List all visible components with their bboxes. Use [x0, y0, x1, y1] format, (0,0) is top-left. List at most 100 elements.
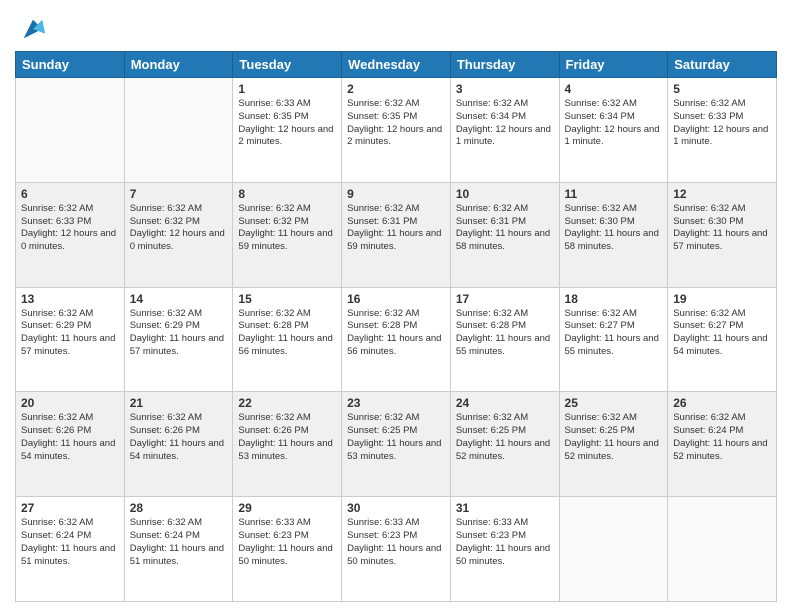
day-number: 9	[347, 187, 445, 201]
calendar-cell: 12Sunrise: 6:32 AM Sunset: 6:30 PM Dayli…	[668, 182, 777, 287]
calendar-cell: 28 Sunrise: 6:32 AM Sunset: 6:24 PM Dayli…	[124, 497, 233, 602]
day-of-week-header: Thursday	[450, 52, 559, 78]
day-number: 2	[347, 82, 445, 96]
day-info: Sunrise: 6:33 AM Sunset: 6:35 PM Dayligh…	[238, 98, 336, 149]
day-info: Sunrise: 6:33 AM Sunset: 6:23 PM Dayligh…	[347, 517, 445, 568]
day-number: 10	[456, 187, 554, 201]
calendar-cell: 30 Sunrise: 6:33 AM Sunset: 6:23 PM Dayli…	[342, 497, 451, 602]
calendar-week-row: 6Sunrise: 6:32 AM Sunset: 6:33 PM Daylig…	[16, 182, 777, 287]
day-number: 27	[21, 501, 119, 515]
day-number: 4	[565, 82, 663, 96]
day-number: 3	[456, 82, 554, 96]
calendar-cell: 29 Sunrise: 6:33 AM Sunset: 6:23 PM Dayli…	[233, 497, 342, 602]
calendar-cell: 15Sunrise: 6:32 AM Sunset: 6:28 PM Dayli…	[233, 287, 342, 392]
calendar-cell: 9Sunrise: 6:32 AM Sunset: 6:31 PM Daylig…	[342, 182, 451, 287]
day-info: Sunrise: 6:32 AM Sunset: 6:28 PM Dayligh…	[456, 308, 554, 359]
calendar-cell: 20 Sunrise: 6:32 AM Sunset: 6:26 PM Dayli…	[16, 392, 125, 497]
day-number: 26	[673, 396, 771, 410]
day-info: Sunrise: 6:32 AM Sunset: 6:28 PM Dayligh…	[238, 308, 336, 359]
calendar-cell: 4 Sunrise: 6:32 AM Sunset: 6:34 PM Daylig…	[559, 78, 668, 183]
day-number: 11	[565, 187, 663, 201]
calendar-cell: 6Sunrise: 6:32 AM Sunset: 6:33 PM Daylig…	[16, 182, 125, 287]
day-info: Sunrise: 6:33 AM Sunset: 6:23 PM Dayligh…	[238, 517, 336, 568]
day-of-week-header: Tuesday	[233, 52, 342, 78]
calendar-cell: 27 Sunrise: 6:32 AM Sunset: 6:24 PM Dayli…	[16, 497, 125, 602]
logo-icon	[19, 15, 47, 43]
calendar-cell: 3 Sunrise: 6:32 AM Sunset: 6:34 PM Daylig…	[450, 78, 559, 183]
calendar-cell: 14 Sunrise: 6:32 AM Sunset: 6:29 PM Dayli…	[124, 287, 233, 392]
calendar-cell: 26 Sunrise: 6:32 AM Sunset: 6:24 PM Dayli…	[668, 392, 777, 497]
calendar-cell: 13Sunrise: 6:32 AM Sunset: 6:29 PM Dayli…	[16, 287, 125, 392]
calendar-cell: 2 Sunrise: 6:32 AM Sunset: 6:35 PM Daylig…	[342, 78, 451, 183]
header	[15, 10, 777, 43]
day-number: 17	[456, 292, 554, 306]
day-number: 20	[21, 396, 119, 410]
calendar-cell: 19 Sunrise: 6:32 AM Sunset: 6:27 PM Dayli…	[668, 287, 777, 392]
logo	[15, 15, 47, 43]
calendar-table: SundayMondayTuesdayWednesdayThursdayFrid…	[15, 51, 777, 602]
day-info: Sunrise: 6:32 AM Sunset: 6:27 PM Dayligh…	[673, 308, 771, 359]
day-info: Sunrise: 6:32 AM Sunset: 6:24 PM Dayligh…	[673, 412, 771, 463]
day-of-week-header: Friday	[559, 52, 668, 78]
day-info: Sunrise: 6:32 AM Sunset: 6:26 PM Dayligh…	[130, 412, 228, 463]
day-of-week-header: Saturday	[668, 52, 777, 78]
day-number: 19	[673, 292, 771, 306]
day-of-week-header: Wednesday	[342, 52, 451, 78]
day-info: Sunrise: 6:32 AM Sunset: 6:29 PM Dayligh…	[21, 308, 119, 359]
day-info: Sunrise: 6:32 AM Sunset: 6:30 PM Dayligh…	[565, 203, 663, 254]
day-info: Sunrise: 6:32 AM Sunset: 6:27 PM Dayligh…	[565, 308, 663, 359]
calendar-cell: 5 Sunrise: 6:32 AM Sunset: 6:33 PM Daylig…	[668, 78, 777, 183]
page: SundayMondayTuesdayWednesdayThursdayFrid…	[0, 0, 792, 612]
calendar-cell: 17 Sunrise: 6:32 AM Sunset: 6:28 PM Dayli…	[450, 287, 559, 392]
day-number: 5	[673, 82, 771, 96]
day-info: Sunrise: 6:32 AM Sunset: 6:25 PM Dayligh…	[347, 412, 445, 463]
day-number: 29	[238, 501, 336, 515]
day-number: 8	[238, 187, 336, 201]
day-number: 25	[565, 396, 663, 410]
calendar-cell: 8 Sunrise: 6:32 AM Sunset: 6:32 PM Daylig…	[233, 182, 342, 287]
calendar-cell	[124, 78, 233, 183]
calendar-cell: 22 Sunrise: 6:32 AM Sunset: 6:26 PM Dayli…	[233, 392, 342, 497]
day-number: 18	[565, 292, 663, 306]
day-info: Sunrise: 6:32 AM Sunset: 6:35 PM Dayligh…	[347, 98, 445, 149]
day-info: Sunrise: 6:32 AM Sunset: 6:32 PM Dayligh…	[238, 203, 336, 254]
day-info: Sunrise: 6:32 AM Sunset: 6:31 PM Dayligh…	[456, 203, 554, 254]
day-number: 7	[130, 187, 228, 201]
day-number: 14	[130, 292, 228, 306]
day-number: 28	[130, 501, 228, 515]
calendar-cell: 10 Sunrise: 6:32 AM Sunset: 6:31 PM Dayli…	[450, 182, 559, 287]
calendar-cell: 31Sunrise: 6:33 AM Sunset: 6:23 PM Dayli…	[450, 497, 559, 602]
day-info: Sunrise: 6:32 AM Sunset: 6:34 PM Dayligh…	[565, 98, 663, 149]
calendar-cell: 21 Sunrise: 6:32 AM Sunset: 6:26 PM Dayli…	[124, 392, 233, 497]
day-number: 24	[456, 396, 554, 410]
calendar-week-row: 1 Sunrise: 6:33 AM Sunset: 6:35 PM Daylig…	[16, 78, 777, 183]
calendar-cell: 23 Sunrise: 6:32 AM Sunset: 6:25 PM Dayli…	[342, 392, 451, 497]
calendar-week-row: 13Sunrise: 6:32 AM Sunset: 6:29 PM Dayli…	[16, 287, 777, 392]
day-of-week-header: Monday	[124, 52, 233, 78]
calendar-cell: 7 Sunrise: 6:32 AM Sunset: 6:32 PM Daylig…	[124, 182, 233, 287]
day-info: Sunrise: 6:32 AM Sunset: 6:32 PM Dayligh…	[130, 203, 228, 254]
day-info: Sunrise: 6:32 AM Sunset: 6:24 PM Dayligh…	[21, 517, 119, 568]
day-info: Sunrise: 6:32 AM Sunset: 6:25 PM Dayligh…	[565, 412, 663, 463]
day-info: Sunrise: 6:32 AM Sunset: 6:33 PM Dayligh…	[21, 203, 119, 254]
day-number: 31	[456, 501, 554, 515]
day-number: 16	[347, 292, 445, 306]
calendar-cell: 16 Sunrise: 6:32 AM Sunset: 6:28 PM Dayli…	[342, 287, 451, 392]
calendar-cell: 24Sunrise: 6:32 AM Sunset: 6:25 PM Dayli…	[450, 392, 559, 497]
day-info: Sunrise: 6:32 AM Sunset: 6:28 PM Dayligh…	[347, 308, 445, 359]
calendar-week-row: 20 Sunrise: 6:32 AM Sunset: 6:26 PM Dayli…	[16, 392, 777, 497]
day-number: 23	[347, 396, 445, 410]
day-info: Sunrise: 6:32 AM Sunset: 6:26 PM Dayligh…	[238, 412, 336, 463]
day-number: 1	[238, 82, 336, 96]
day-info: Sunrise: 6:32 AM Sunset: 6:34 PM Dayligh…	[456, 98, 554, 149]
calendar-header-row: SundayMondayTuesdayWednesdayThursdayFrid…	[16, 52, 777, 78]
calendar-cell: 1 Sunrise: 6:33 AM Sunset: 6:35 PM Daylig…	[233, 78, 342, 183]
day-info: Sunrise: 6:32 AM Sunset: 6:26 PM Dayligh…	[21, 412, 119, 463]
day-info: Sunrise: 6:32 AM Sunset: 6:24 PM Dayligh…	[130, 517, 228, 568]
day-info: Sunrise: 6:32 AM Sunset: 6:33 PM Dayligh…	[673, 98, 771, 149]
day-number: 30	[347, 501, 445, 515]
day-info: Sunrise: 6:32 AM Sunset: 6:29 PM Dayligh…	[130, 308, 228, 359]
calendar-cell	[668, 497, 777, 602]
day-number: 22	[238, 396, 336, 410]
day-number: 21	[130, 396, 228, 410]
